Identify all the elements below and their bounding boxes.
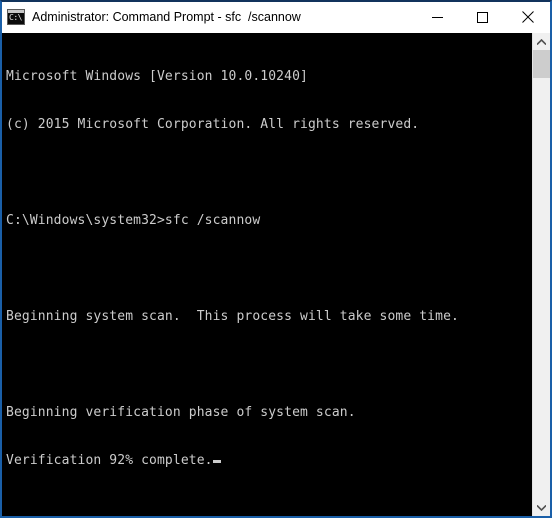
- command-prompt-window: C:\ Administrator: Command Prompt - sfc …: [0, 0, 552, 518]
- close-button[interactable]: [505, 2, 550, 32]
- scroll-down-button[interactable]: [533, 499, 550, 516]
- console-line: (c) 2015 Microsoft Corporation. All righ…: [6, 117, 420, 132]
- window-title: Administrator: Command Prompt - sfc /sca…: [32, 10, 301, 24]
- console-status-text: Verification 92% complete.: [6, 453, 213, 468]
- scrollbar-thumb[interactable]: [533, 50, 550, 78]
- console-line-status: Verification 92% complete.: [6, 453, 532, 469]
- text-cursor: [212, 460, 221, 463]
- title-bar[interactable]: C:\ Administrator: Command Prompt - sfc …: [2, 2, 550, 33]
- chevron-up-icon: [537, 38, 546, 45]
- console-line: Microsoft Windows [Version 10.0.10240]: [6, 69, 308, 84]
- vertical-scrollbar[interactable]: [532, 33, 550, 516]
- minimize-button[interactable]: [415, 2, 460, 32]
- maximize-icon: [477, 11, 488, 23]
- maximize-button[interactable]: [460, 2, 505, 32]
- scrollbar-track[interactable]: [533, 50, 550, 499]
- window-controls: [415, 2, 550, 32]
- icon-prompt-glyph: C:\: [9, 13, 22, 22]
- console-area[interactable]: Microsoft Windows [Version 10.0.10240] (…: [2, 33, 550, 516]
- chevron-down-icon: [537, 504, 546, 511]
- console-line: Beginning verification phase of system s…: [6, 405, 356, 420]
- console-line-prompt: C:\Windows\system32>sfc /scannow: [6, 213, 261, 228]
- close-icon: [521, 11, 534, 23]
- minimize-icon: [432, 16, 443, 18]
- console-output[interactable]: Microsoft Windows [Version 10.0.10240] (…: [2, 33, 532, 516]
- scroll-up-button[interactable]: [533, 33, 550, 50]
- console-line: Beginning system scan. This process will…: [6, 309, 459, 324]
- command-prompt-icon: C:\: [7, 9, 25, 25]
